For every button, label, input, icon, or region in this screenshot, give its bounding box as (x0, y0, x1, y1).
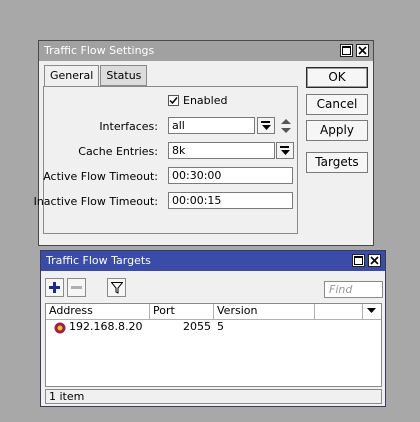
filter-icon (110, 281, 123, 294)
up-down-arrows-icon[interactable] (280, 118, 292, 134)
targets-titlebar[interactable]: Traffic Flow Targets (41, 251, 385, 271)
column-header-version[interactable]: Version (214, 304, 315, 319)
maximize-icon (354, 256, 363, 265)
column-menu-button[interactable] (363, 304, 381, 319)
column-header-port[interactable]: Port (150, 304, 214, 319)
settings-tabs: General Status (44, 65, 148, 87)
cell-port: 2055 (183, 320, 211, 333)
tab-status[interactable]: Status (100, 65, 148, 86)
enabled-label: Enabled (183, 94, 228, 107)
cache-entries-field[interactable]: 8k (168, 142, 275, 159)
close-icon (358, 46, 367, 55)
targets-window-title: Traffic Flow Targets (46, 254, 151, 267)
cell-version: 5 (217, 320, 224, 333)
remove-button[interactable] (67, 278, 86, 297)
enabled-checkbox[interactable]: Enabled (168, 94, 227, 107)
traffic-flow-targets-window: Traffic Flow Targets Find Address Port V… (40, 250, 386, 407)
close-icon (370, 256, 379, 265)
find-input[interactable]: Find (324, 281, 383, 298)
maximize-icon (342, 46, 351, 55)
active-flow-timeout-field[interactable]: 00:30:00 (168, 167, 293, 184)
table-row[interactable]: 192.168.8.20 2055 5 (46, 320, 381, 335)
targets-toolbar: Find (45, 278, 383, 300)
settings-maximize-button[interactable] (340, 44, 353, 57)
target-icon (54, 322, 66, 337)
tab-general[interactable]: General (44, 65, 100, 87)
settings-close-button[interactable] (356, 44, 369, 57)
targets-table: Address Port Version 192.168.8.20 2055 5 (45, 303, 382, 387)
checkbox-box[interactable] (168, 95, 179, 106)
targets-button[interactable]: Targets (306, 152, 368, 173)
inactive-flow-timeout-field[interactable]: 00:00:15 (168, 192, 293, 209)
status-bar: 1 item (45, 389, 382, 404)
add-button[interactable] (45, 278, 64, 297)
interfaces-field[interactable]: all (168, 117, 255, 134)
inactive-flow-timeout-label: Inactive Flow Timeout: (33, 195, 158, 208)
traffic-flow-settings-window: Traffic Flow Settings General Status Ena… (34, 40, 374, 246)
settings-window-title: Traffic Flow Settings (44, 44, 155, 57)
filter-button[interactable] (107, 278, 126, 297)
table-header: Address Port Version (46, 304, 381, 320)
targets-close-button[interactable] (368, 254, 381, 267)
chevron-down-icon (367, 308, 376, 313)
column-header-address[interactable]: Address (46, 304, 150, 319)
targets-maximize-button[interactable] (352, 254, 365, 267)
chevron-down-icon (280, 149, 290, 155)
apply-button[interactable]: Apply (306, 120, 368, 141)
interfaces-label: Interfaces: (99, 120, 158, 133)
minus-icon (71, 286, 82, 289)
chevron-down-icon (261, 124, 271, 130)
plus-icon (49, 282, 60, 293)
column-header-empty (315, 304, 363, 319)
interfaces-dropdown-button[interactable] (257, 117, 275, 134)
cancel-button[interactable]: Cancel (306, 94, 368, 115)
cache-entries-label: Cache Entries: (78, 145, 158, 158)
checkmark-icon (169, 97, 178, 105)
general-panel: Enabled Interfaces: all Cache Entries: 8… (34, 86, 298, 234)
cache-entries-dropdown-button[interactable] (276, 142, 294, 159)
cell-address: 192.168.8.20 (69, 320, 143, 333)
ok-button[interactable]: OK (306, 67, 368, 88)
active-flow-timeout-label: Active Flow Timeout: (43, 170, 158, 183)
settings-titlebar[interactable]: Traffic Flow Settings (39, 41, 373, 61)
